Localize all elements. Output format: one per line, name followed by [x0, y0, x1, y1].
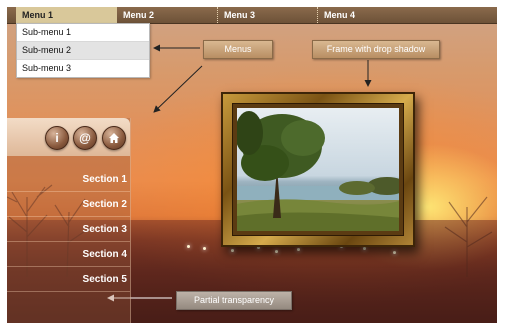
arrow-to-sidebar: [153, 65, 203, 113]
sidebar-section-1[interactable]: Section 1: [7, 167, 130, 192]
sidebar-icon-bar: i @: [7, 118, 130, 156]
at-icon[interactable]: @: [73, 126, 97, 150]
sidebar-section-4[interactable]: Section 4: [7, 242, 130, 267]
sidebar-section-2[interactable]: Section 2: [7, 192, 130, 217]
sidebar-panel: i @ Section 1 Section 2 Section 3 Sectio…: [7, 118, 131, 323]
picture-frame: [221, 92, 415, 247]
frame-mat: [232, 103, 404, 236]
sidebar-section-3[interactable]: Section 3: [7, 217, 130, 242]
info-icon[interactable]: i: [45, 126, 69, 150]
landscape-photo: [237, 108, 399, 231]
sidebar-section-5[interactable]: Section 5: [7, 267, 130, 292]
home-icon[interactable]: [102, 126, 126, 150]
